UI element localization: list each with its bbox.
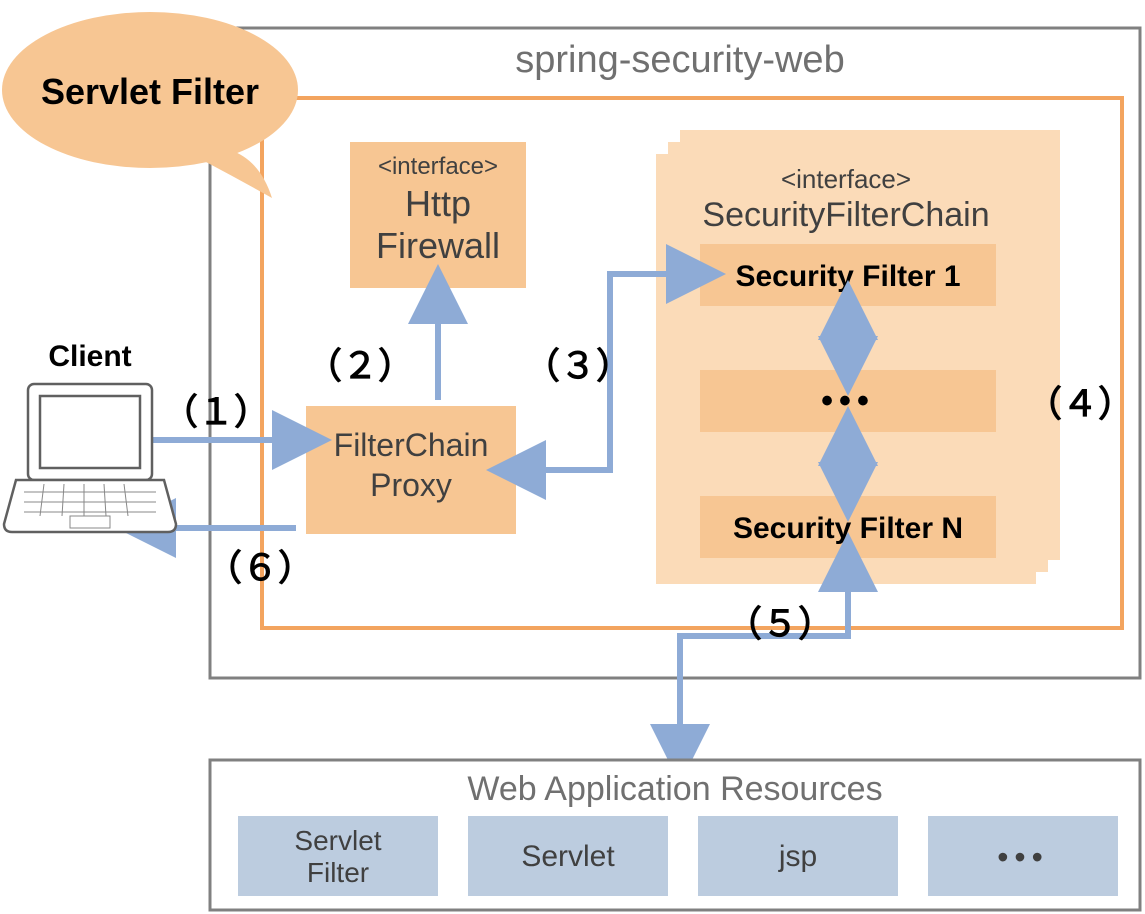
callout-label: Servlet Filter [41, 71, 259, 112]
firewall-line2: Firewall [376, 225, 500, 266]
filter-1-label: Security Filter 1 [735, 260, 960, 293]
laptop-icon [4, 384, 176, 532]
res-label-3: ••• [997, 839, 1049, 875]
step-6: （６） [206, 547, 314, 588]
chain-title: SecurityFilterChain [702, 196, 989, 234]
filter-dots-label: ••• [821, 382, 875, 420]
step-1: （１） [162, 391, 270, 432]
proxy-line1: FilterChain [334, 427, 489, 463]
filter-n-label: Security Filter N [733, 512, 963, 545]
proxy-line2: Proxy [370, 467, 452, 503]
step-3: （３） [524, 345, 632, 386]
firewall-stereotype: <interface> [378, 153, 498, 180]
res-label-0b: Filter [307, 857, 369, 888]
client-label: Client [48, 340, 131, 373]
firewall-line1: Http [405, 183, 471, 224]
step-2: （２） [306, 345, 414, 386]
res-label-1: Servlet [521, 840, 615, 873]
step-5: （５） [726, 603, 834, 644]
diagram-root: spring-security-web <interface> Security… [0, 0, 1145, 914]
module-title: spring-security-web [515, 39, 844, 81]
chain-stereotype: <interface> [781, 164, 911, 194]
step-4: （４） [1026, 383, 1134, 424]
res-label-0a: Servlet [294, 825, 381, 856]
res-label-2: jsp [778, 840, 817, 873]
resources-title: Web Application Resources [467, 770, 882, 808]
